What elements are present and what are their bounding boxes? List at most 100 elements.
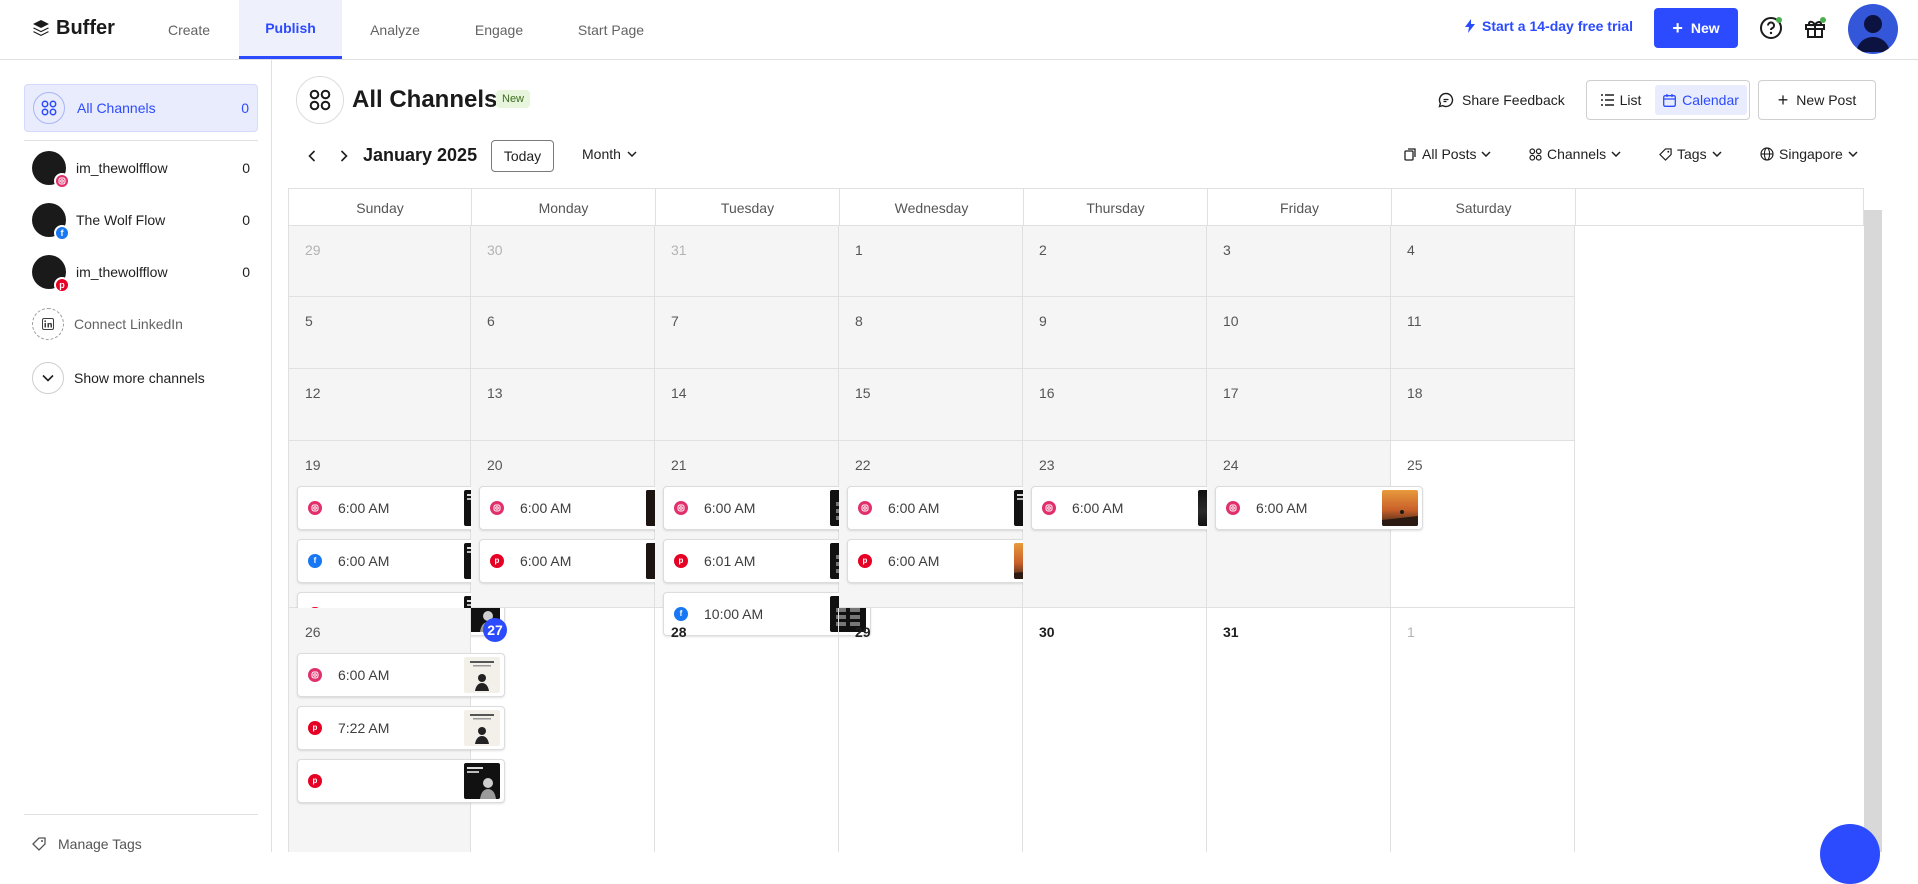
connect-linkedin-button[interactable]: Connect LinkedIn <box>24 298 258 350</box>
post-time: 6:00 AM <box>704 500 756 516</box>
plus-icon: + <box>1777 90 1789 110</box>
calendar-day-cell[interactable]: 4 <box>1391 226 1575 297</box>
timezone-filter[interactable]: Singapore <box>1760 146 1858 162</box>
channel-avatar: f <box>32 203 70 241</box>
calendar-day-cell[interactable]: 30 <box>471 226 655 297</box>
tab-analyze[interactable]: Analyze <box>358 0 432 59</box>
day-number: 21 <box>671 457 687 473</box>
channel-count: 0 <box>242 212 250 228</box>
calendar-day-cell[interactable]: 7 <box>655 297 839 369</box>
calendar-day-cell[interactable]: 31 <box>1207 608 1391 852</box>
tags-filter[interactable]: Tags <box>1659 146 1722 162</box>
help-icon[interactable] <box>1757 14 1785 42</box>
new-button[interactable]: + New <box>1654 8 1738 48</box>
calendar-day-cell[interactable]: 30 <box>1023 608 1207 852</box>
channel-count: 0 <box>242 160 250 176</box>
calendar-view-label: Calendar <box>1682 92 1739 108</box>
buffer-logo[interactable]: Buffer <box>32 16 115 40</box>
calendar-day-cell[interactable]: 11 <box>1391 297 1575 369</box>
day-number: 31 <box>1223 624 1239 640</box>
calendar-header: Sunday Monday Tuesday Wednesday Thursday Frid… <box>288 188 1864 226</box>
calendar-day-cell[interactable]: 5 <box>288 297 471 369</box>
post-time: 6:00 AM <box>338 500 390 516</box>
calendar-day-cell[interactable]: 6 <box>471 297 655 369</box>
calendar-day-cell[interactable]: 20 6:00 AM p 6:00 AM <box>471 441 687 608</box>
share-feedback-button[interactable]: Share Feedback <box>1438 80 1565 120</box>
instagram-icon <box>674 501 688 515</box>
channels-filter[interactable]: Channels <box>1529 146 1621 162</box>
posts-filter[interactable]: All Posts <box>1404 146 1491 162</box>
scrollbar[interactable] <box>1864 210 1882 852</box>
day-header-tuesday: Tuesday <box>656 189 840 226</box>
tab-publish[interactable]: Publish <box>239 0 342 59</box>
calendar-day-cell[interactable]: 24 6:00 AM <box>1207 441 1423 608</box>
calendar-day-cell[interactable]: 3 <box>1207 226 1391 297</box>
calendar-day-cell[interactable]: 2 <box>1023 226 1207 297</box>
day-number: 15 <box>855 385 871 401</box>
sidebar-item-channel-instagram[interactable]: im_thewolfflow 0 <box>24 142 258 194</box>
post-time: 6:00 AM <box>888 553 940 569</box>
calendar-day-cell[interactable]: 1 <box>1391 608 1575 852</box>
calendar-day-cell[interactable]: 13 <box>471 369 655 441</box>
calendar-day-cell[interactable]: 27 <box>471 608 655 852</box>
calendar-week: 26 6:00 AM p 7:22 AM p 27 28 29 30 31 1 <box>288 608 1864 852</box>
show-more-channels-button[interactable]: Show more channels <box>24 352 258 404</box>
calendar-day-cell[interactable]: 15 <box>839 369 1023 441</box>
calendar-day-cell[interactable]: 21 6:00 AM p 6:01 AM f 10:00 AM <box>655 441 871 636</box>
tab-create[interactable]: Create <box>156 0 222 59</box>
calendar-day-cell[interactable]: 31 <box>655 226 839 297</box>
calendar-view-button[interactable]: Calendar <box>1655 85 1747 115</box>
channel-name: The Wolf Flow <box>76 212 166 228</box>
calendar-day-cell[interactable]: 196:00 AMf6:00 AMp6:00 AM <box>288 441 505 636</box>
calendar-day-cell[interactable]: 22 6:00 AM p 6:00 AM <box>839 441 1055 608</box>
calendar-day-cell[interactable]: 29 <box>288 226 471 297</box>
manage-tags-link[interactable]: Manage Tags <box>32 836 142 852</box>
day-number: 28 <box>671 624 687 640</box>
day-number: 3 <box>1223 242 1231 258</box>
calendar-day-cell[interactable]: 23 6:00 AM <box>1023 441 1239 608</box>
new-button-label: New <box>1690 20 1720 36</box>
sidebar: All Channels 0 im_thewolfflow 0 f The Wo… <box>0 60 272 852</box>
user-avatar[interactable] <box>1848 4 1898 54</box>
day-number: 13 <box>487 385 503 401</box>
calendar-day-cell[interactable]: 18 <box>1391 369 1575 441</box>
calendar-day-cell[interactable]: 16 <box>1023 369 1207 441</box>
calendar-day-cell[interactable]: 14 <box>655 369 839 441</box>
calendar-day-cell[interactable]: 28 <box>655 608 839 852</box>
calendar-day-cell[interactable]: 26 6:00 AM p 7:22 AM p <box>288 608 505 852</box>
instagram-icon <box>308 668 322 682</box>
trial-link[interactable]: Start a 14-day free trial <box>1464 18 1633 34</box>
calendar-day-cell[interactable]: 10 <box>1207 297 1391 369</box>
sidebar-item-all-channels[interactable]: All Channels 0 <box>24 84 258 132</box>
pinterest-icon: p <box>54 277 70 293</box>
list-view-label: List <box>1619 92 1642 108</box>
today-button[interactable]: Today <box>491 140 554 172</box>
calendar-day-cell[interactable]: 29 <box>839 608 1023 852</box>
pinterest-icon: p <box>858 554 872 568</box>
calendar-day-cell[interactable]: 12 <box>288 369 471 441</box>
range-select[interactable]: Month <box>582 146 637 162</box>
posts-filter-label: All Posts <box>1422 146 1477 162</box>
previous-month-button[interactable] <box>302 146 322 166</box>
day-number: 1 <box>1407 624 1415 640</box>
share-feedback-label: Share Feedback <box>1462 92 1565 108</box>
sidebar-item-channel-pinterest[interactable]: p im_thewolfflow 0 <box>24 246 258 298</box>
calendar-day-cell[interactable]: 8 <box>839 297 1023 369</box>
list-icon <box>1600 94 1614 106</box>
calendar-day-cell[interactable]: 25 <box>1391 441 1575 608</box>
post-time: 6:00 AM <box>520 500 572 516</box>
next-month-button[interactable] <box>334 146 354 166</box>
tab-engage[interactable]: Engage <box>464 0 534 59</box>
calendar-day-cell[interactable]: 1 <box>839 226 1023 297</box>
help-chat-button[interactable] <box>1820 824 1880 884</box>
divider <box>24 814 258 815</box>
range-select-label: Month <box>582 146 621 162</box>
day-number: 17 <box>1223 385 1239 401</box>
gift-icon[interactable] <box>1801 14 1829 42</box>
list-view-button[interactable]: List <box>1591 85 1651 115</box>
calendar-day-cell[interactable]: 9 <box>1023 297 1207 369</box>
sidebar-item-channel-facebook[interactable]: f The Wolf Flow 0 <box>24 194 258 246</box>
tab-start-page[interactable]: Start Page <box>570 0 652 59</box>
new-post-button[interactable]: + New Post <box>1758 80 1876 120</box>
calendar-day-cell[interactable]: 17 <box>1207 369 1391 441</box>
